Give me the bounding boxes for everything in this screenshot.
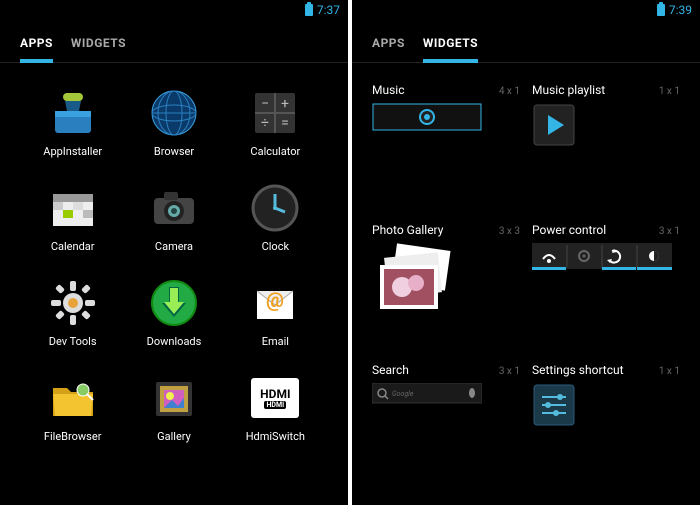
app-calendar[interactable]: Calendar	[34, 182, 111, 253]
svg-text:=: =	[281, 115, 289, 131]
camera-icon	[148, 182, 200, 234]
svg-text:@: @	[266, 288, 284, 312]
widget-name: Search	[372, 363, 409, 377]
music-playlist-preview	[532, 103, 680, 203]
widget-dim: 1 x 1	[659, 366, 680, 377]
widget-name: Photo Gallery	[372, 223, 443, 237]
downloads-icon	[148, 277, 200, 329]
email-icon: @	[249, 277, 301, 329]
svg-text:÷: ÷	[261, 115, 269, 131]
app-label: FileBrowser	[44, 430, 102, 443]
widget-dim: 3 x 1	[659, 226, 680, 237]
filebrowser-icon	[47, 372, 99, 424]
widget-music-playlist[interactable]: Music playlist 1 x 1	[532, 83, 680, 203]
widget-power-control[interactable]: Power control 3 x 1	[532, 223, 680, 343]
svg-text:Google: Google	[392, 390, 414, 398]
clock-text: 7:39	[669, 3, 692, 17]
app-label: Gallery	[157, 430, 191, 443]
app-label: HdmiSwitch	[246, 430, 305, 443]
widget-photo-gallery[interactable]: Photo Gallery 3 x 3	[372, 223, 520, 343]
app-gallery[interactable]: Gallery	[135, 372, 212, 443]
calculator-icon: − + ÷ =	[249, 87, 301, 139]
status-bar: 7:37	[0, 0, 348, 20]
photo-gallery-preview	[372, 243, 520, 343]
tab-apps[interactable]: APPS	[372, 36, 405, 62]
tab-widgets[interactable]: WIDGETS	[423, 36, 478, 62]
widget-search[interactable]: Search 3 x 1 Google	[372, 363, 520, 483]
browser-icon	[148, 87, 200, 139]
app-appinstaller[interactable]: AppInstaller	[34, 87, 111, 158]
tab-apps[interactable]: APPS	[20, 36, 53, 62]
tabs: APPS WIDGETS	[0, 20, 348, 63]
app-label: Calculator	[250, 145, 300, 158]
widget-name: Power control	[532, 223, 606, 237]
widget-name: Settings shortcut	[532, 363, 624, 377]
app-hdmiswitch[interactable]: HDMI HDMI HdmiSwitch	[237, 372, 314, 443]
tab-widgets[interactable]: WIDGETS	[71, 36, 126, 62]
app-label: Browser	[154, 145, 194, 158]
clock-text: 7:37	[317, 3, 340, 17]
widget-dim: 3 x 3	[499, 226, 520, 237]
gallery-icon	[148, 372, 200, 424]
widget-dim: 3 x 1	[499, 366, 520, 377]
app-label: Dev Tools	[49, 335, 97, 348]
app-label: Email	[262, 335, 289, 348]
app-label: Clock	[262, 240, 289, 253]
svg-text:+: +	[281, 96, 289, 112]
widget-dim: 4 x 1	[499, 86, 520, 97]
widgets-grid: Music 4 x 1 Music playlist 1 x 1	[352, 63, 700, 503]
apps-grid: AppInstaller Browser	[0, 63, 348, 505]
app-email[interactable]: @ Email	[237, 277, 314, 348]
battery-icon	[657, 4, 665, 16]
app-label: Calendar	[51, 240, 95, 253]
app-filebrowser[interactable]: FileBrowser	[34, 372, 111, 443]
widget-settings-shortcut[interactable]: Settings shortcut 1 x 1	[532, 363, 680, 483]
app-calculator[interactable]: − + ÷ = Calculator	[237, 87, 314, 158]
tabs: APPS WIDGETS	[352, 20, 700, 63]
app-devtools[interactable]: Dev Tools	[34, 277, 111, 348]
widget-name: Music	[372, 83, 404, 97]
hdmi-icon: HDMI HDMI	[249, 372, 301, 424]
widget-dim: 1 x 1	[659, 86, 680, 97]
screen-widgets: 7:39 APPS WIDGETS Music 4 x 1 Music play…	[352, 0, 700, 505]
screen-apps: 7:37 APPS WIDGETS AppInstaller	[0, 0, 348, 505]
devtools-icon	[47, 277, 99, 329]
app-label: Camera	[155, 240, 193, 253]
settings-shortcut-preview	[532, 383, 680, 483]
appinstaller-icon	[47, 87, 99, 139]
battery-icon	[305, 4, 313, 16]
widget-name: Music playlist	[532, 83, 605, 97]
widget-music[interactable]: Music 4 x 1	[372, 83, 520, 203]
app-label: AppInstaller	[43, 145, 102, 158]
music-widget-preview	[372, 103, 520, 203]
status-bar: 7:39	[352, 0, 700, 20]
app-label: Downloads	[147, 335, 202, 348]
calendar-icon	[47, 182, 99, 234]
app-browser[interactable]: Browser	[135, 87, 212, 158]
app-camera[interactable]: Camera	[135, 182, 212, 253]
power-control-preview	[532, 243, 680, 343]
search-widget-preview: Google	[372, 383, 520, 483]
app-clock[interactable]: Clock	[237, 182, 314, 253]
svg-text:−: −	[261, 96, 269, 112]
clock-icon	[249, 182, 301, 234]
app-downloads[interactable]: Downloads	[135, 277, 212, 348]
